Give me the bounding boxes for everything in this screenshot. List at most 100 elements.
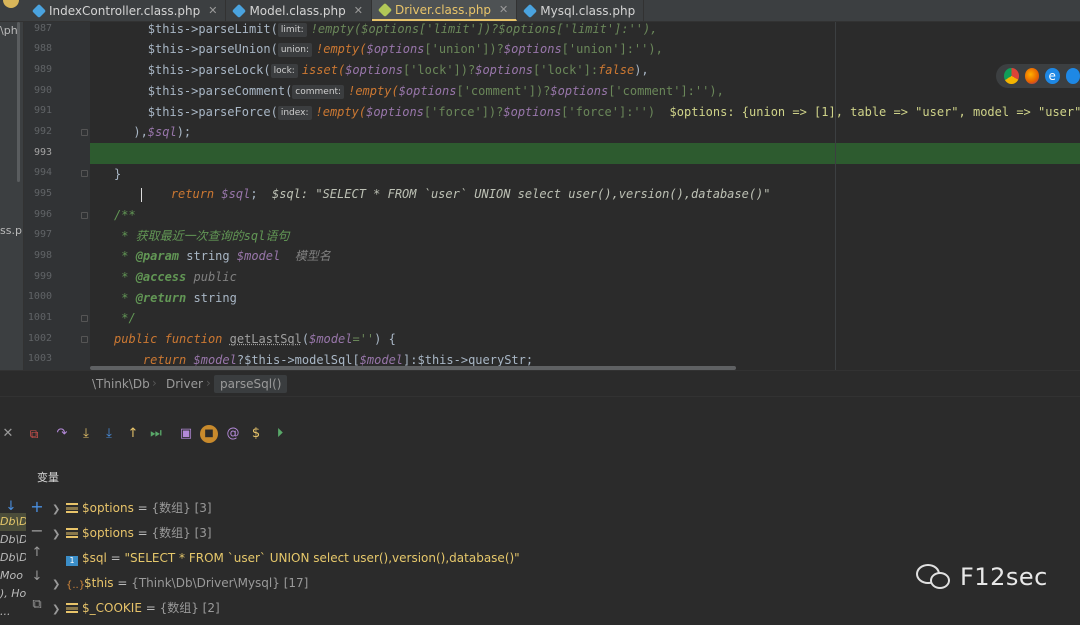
watch-icon[interactable]: @ xyxy=(225,426,241,442)
edge-icon[interactable] xyxy=(1065,68,1080,84)
line-number: 998 xyxy=(33,250,52,261)
variable-row[interactable]: 1 $sql = "SELECT * FROM `user` UNION sele… xyxy=(52,547,520,569)
project-scrollbar[interactable] xyxy=(17,22,20,182)
stop-frame-icon[interactable]: ⧉ xyxy=(26,426,42,442)
code-var: $options xyxy=(366,105,424,119)
project-path-text[interactable]: \ph xyxy=(0,24,18,37)
code-var: $model xyxy=(309,332,353,346)
string-icon: 1 xyxy=(66,556,78,566)
debug-toolbar: ✕ ⧉ ↷ ⤓ ⤓ ↑ ⏭ ▣ ■ @ $ ⏵ xyxy=(0,423,1080,445)
code-line-988: $this->parseUnion(union: !empty($options[… xyxy=(90,39,663,60)
frame-item[interactable]: ... xyxy=(0,603,26,621)
variable-name: $options xyxy=(82,526,134,540)
resume-icon[interactable]: ⏵ xyxy=(272,426,288,442)
tab-label: Model.class.php xyxy=(249,3,346,18)
code-text: ! xyxy=(315,105,323,119)
close-icon[interactable]: ✕ xyxy=(499,3,508,16)
run-to-cursor-icon[interactable]: ⏭ xyxy=(148,426,164,442)
code-text: ['lock'])? xyxy=(402,63,476,77)
code-keyword: false xyxy=(598,63,635,77)
firefox-icon[interactable] xyxy=(1024,68,1039,84)
tab-model[interactable]: Model.class.php ✕ xyxy=(226,0,372,21)
evaluate-icon[interactable]: ■ xyxy=(200,425,218,443)
code-text: empty( xyxy=(322,105,367,119)
code-text: ['comment']:''), xyxy=(608,84,724,98)
fold-marker[interactable] xyxy=(81,315,88,322)
variable-row[interactable]: ❯ {..}$this = {Think\Db\Driver\Mysql} [17… xyxy=(52,572,308,594)
code-var: $sql xyxy=(147,125,177,139)
doc-tag: @return xyxy=(135,291,187,305)
expand-arrow-icon[interactable]: ❯ xyxy=(52,524,64,546)
code-keyword: function xyxy=(164,332,223,346)
code-text: $this->parseLimit( xyxy=(90,22,278,36)
close-icon[interactable]: ✕ xyxy=(354,4,363,17)
variable-value: {数组} [3] xyxy=(151,526,212,540)
ie-icon[interactable]: e xyxy=(1045,68,1060,84)
watermark: F12sec xyxy=(916,562,1048,592)
frame-item[interactable]: Db\D xyxy=(0,513,26,531)
breadcrumb-separator: › xyxy=(152,376,157,390)
expand-arrow-icon[interactable]: ❯ xyxy=(52,499,64,521)
inline-debug-value: $options: {union => [1], table => "user"… xyxy=(669,105,1080,119)
project-file-text[interactable]: ss.pl xyxy=(0,224,23,237)
fold-marker[interactable] xyxy=(81,129,88,136)
code-comment: /** xyxy=(114,208,136,222)
code-text: ='' xyxy=(352,332,375,346)
fold-marker[interactable] xyxy=(81,336,88,343)
line-number: 995 xyxy=(33,188,52,199)
breadcrumb-namespace[interactable]: \Think\Db xyxy=(92,377,150,391)
breadcrumb-method[interactable]: parseSql() xyxy=(214,375,288,393)
code-text: ['union'])? xyxy=(424,42,504,56)
fold-marker[interactable] xyxy=(81,170,88,177)
frame-item[interactable]: Moo xyxy=(0,567,26,585)
variable-row[interactable]: ❯ $_COOKIE = {数组} [2] xyxy=(52,597,220,619)
move-down-icon[interactable]: ↓ xyxy=(30,569,44,584)
code-text: ? xyxy=(236,353,245,367)
variable-value: {Think\Db\Driver\Mysql} [17] xyxy=(131,576,309,590)
variable-name: $options xyxy=(82,501,134,515)
tab-index-controller[interactable]: IndexController.class.php ✕ xyxy=(26,0,227,21)
code-line-992: ),$sql); xyxy=(90,122,191,143)
chrome-icon[interactable] xyxy=(1004,68,1019,84)
code-keyword: return xyxy=(142,353,187,367)
code-var: $options xyxy=(366,42,425,56)
code-var: $options xyxy=(345,63,403,77)
frame-item[interactable]: Db\D xyxy=(0,549,26,567)
add-watch-icon[interactable]: + xyxy=(30,497,44,516)
variable-row[interactable]: ❯ $options = {数组} [3] xyxy=(52,522,212,544)
code-var: $options xyxy=(398,84,457,98)
line-number-gutter[interactable]: 987 988 989 990 991 992 993 994 995 996 … xyxy=(24,22,90,370)
tab-driver[interactable]: Driver.class.php ✕ xyxy=(371,0,518,21)
close-icon[interactable]: ✕ xyxy=(208,4,217,17)
down-arrow-icon[interactable]: ↓ xyxy=(4,499,18,514)
code-text: ), xyxy=(634,63,649,77)
variables-icon[interactable]: $ xyxy=(248,426,264,442)
code-function-name[interactable]: getLastSql xyxy=(230,332,302,346)
copy-icon[interactable]: ⧉ xyxy=(30,597,44,612)
variable-row[interactable]: ❯ $options = {数组} [3] xyxy=(52,497,212,519)
code-text: string xyxy=(186,249,230,263)
step-over-icon[interactable]: ↷ xyxy=(54,426,70,442)
breadcrumb-class[interactable]: Driver xyxy=(166,377,203,391)
move-up-icon[interactable]: ↑ xyxy=(30,545,44,560)
tab-mysql[interactable]: Mysql.class.php xyxy=(517,0,645,21)
expand-arrow-icon[interactable]: ❯ xyxy=(52,574,64,596)
frame-item[interactable]: Db\D xyxy=(0,531,26,549)
force-step-into-icon[interactable]: ⤓ xyxy=(101,426,117,442)
step-out-icon[interactable]: ↑ xyxy=(125,426,141,442)
remove-watch-icon[interactable]: − xyxy=(30,521,44,540)
frame-item[interactable]: ), Ho xyxy=(0,585,26,603)
line-number: 988 xyxy=(33,43,52,54)
close-icon[interactable]: ✕ xyxy=(0,426,16,442)
step-into-icon[interactable]: ⤓ xyxy=(78,426,94,442)
fold-marker[interactable] xyxy=(81,212,88,219)
project-icon[interactable] xyxy=(3,0,19,8)
console-icon[interactable]: ▣ xyxy=(178,426,194,442)
code-line-998: * @param string $model 模型名 xyxy=(114,249,331,263)
array-icon xyxy=(66,503,78,513)
doc-tag: @param xyxy=(135,249,180,263)
code-text: ), xyxy=(90,125,148,139)
code-editor[interactable]: $this->parseLimit(limit: !empty($options[… xyxy=(90,22,1080,370)
expand-arrow-icon[interactable]: ❯ xyxy=(52,599,64,621)
php-file-icon xyxy=(523,3,538,18)
